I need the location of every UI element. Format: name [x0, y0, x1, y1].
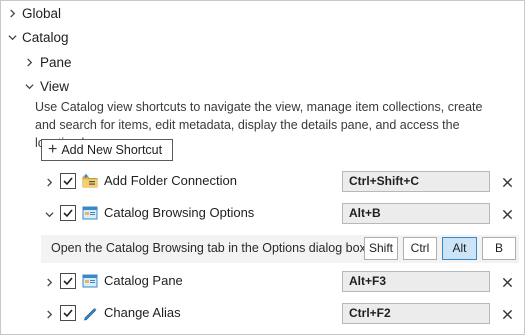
- shortcut-label: Catalog Browsing Options: [104, 205, 255, 220]
- tree-item-label: Catalog: [22, 29, 69, 45]
- shortcuts-panel: Global Catalog Pane View Use Catalog vie…: [0, 0, 525, 335]
- modifier-ctrl-toggle[interactable]: Ctrl: [403, 237, 437, 260]
- shortcut-row: Catalog Browsing Options Alt+B: [1, 202, 525, 226]
- chevron-right-icon[interactable]: [43, 276, 55, 288]
- shortcut-row: Change Alias Ctrl+F2: [1, 302, 525, 326]
- remove-shortcut-button[interactable]: [500, 175, 514, 189]
- catalog-window-icon: [82, 205, 98, 221]
- chevron-right-icon[interactable]: [43, 176, 55, 188]
- shortcut-checkbox[interactable]: [60, 205, 76, 221]
- modifier-alt-toggle[interactable]: Alt: [442, 237, 477, 260]
- folder-connection-icon: [82, 173, 98, 189]
- chevron-right-icon[interactable]: [23, 56, 35, 68]
- remove-shortcut-button[interactable]: [500, 207, 514, 221]
- shortcut-detail-description: Open the Catalog Browsing tab in the Opt…: [51, 241, 370, 255]
- key-field[interactable]: B: [482, 237, 516, 260]
- tree-item-label: Pane: [40, 54, 72, 70]
- tree-item-label: View: [40, 78, 70, 94]
- catalog-window-icon: [82, 273, 98, 289]
- add-new-shortcut-label: Add New Shortcut: [61, 143, 163, 157]
- shortcut-checkbox[interactable]: [60, 305, 76, 321]
- close-icon: [502, 309, 512, 319]
- chevron-right-icon[interactable]: [6, 7, 18, 19]
- chevron-down-icon[interactable]: [43, 208, 55, 220]
- shortcut-label: Add Folder Connection: [104, 173, 237, 188]
- shortcut-checkbox[interactable]: [60, 273, 76, 289]
- pencil-icon: [82, 305, 98, 321]
- close-icon: [502, 177, 512, 187]
- remove-shortcut-button[interactable]: [500, 275, 514, 289]
- shortcut-keys-field[interactable]: Ctrl+Shift+C: [342, 171, 490, 192]
- tree-item-catalog[interactable]: Catalog: [6, 26, 69, 48]
- close-icon: [502, 277, 512, 287]
- tree-item-view[interactable]: View: [23, 75, 69, 97]
- chevron-down-icon[interactable]: [23, 80, 35, 92]
- shortcut-keys-field[interactable]: Ctrl+F2: [342, 303, 490, 324]
- plus-icon: +: [48, 141, 58, 158]
- add-new-shortcut-button[interactable]: + Add New Shortcut: [41, 139, 173, 161]
- modifier-shift-toggle[interactable]: Shift: [364, 237, 398, 260]
- shortcut-label: Change Alias: [104, 305, 181, 320]
- chevron-down-icon[interactable]: [6, 31, 18, 43]
- chevron-right-icon[interactable]: [43, 308, 55, 320]
- shortcut-row: Catalog Pane Alt+F3: [1, 270, 525, 294]
- shortcut-keys-field[interactable]: Alt+B: [342, 203, 490, 224]
- shortcut-detail-panel: Open the Catalog Browsing tab in the Opt…: [41, 235, 519, 263]
- remove-shortcut-button[interactable]: [500, 307, 514, 321]
- shortcut-checkbox[interactable]: [60, 173, 76, 189]
- tree-item-global[interactable]: Global: [6, 2, 61, 24]
- tree-item-pane[interactable]: Pane: [23, 51, 72, 73]
- shortcut-keys-field[interactable]: Alt+F3: [342, 271, 490, 292]
- close-icon: [502, 209, 512, 219]
- shortcut-row: Add Folder Connection Ctrl+Shift+C: [1, 170, 525, 194]
- tree-item-label: Global: [22, 5, 62, 21]
- shortcut-label: Catalog Pane: [104, 273, 183, 288]
